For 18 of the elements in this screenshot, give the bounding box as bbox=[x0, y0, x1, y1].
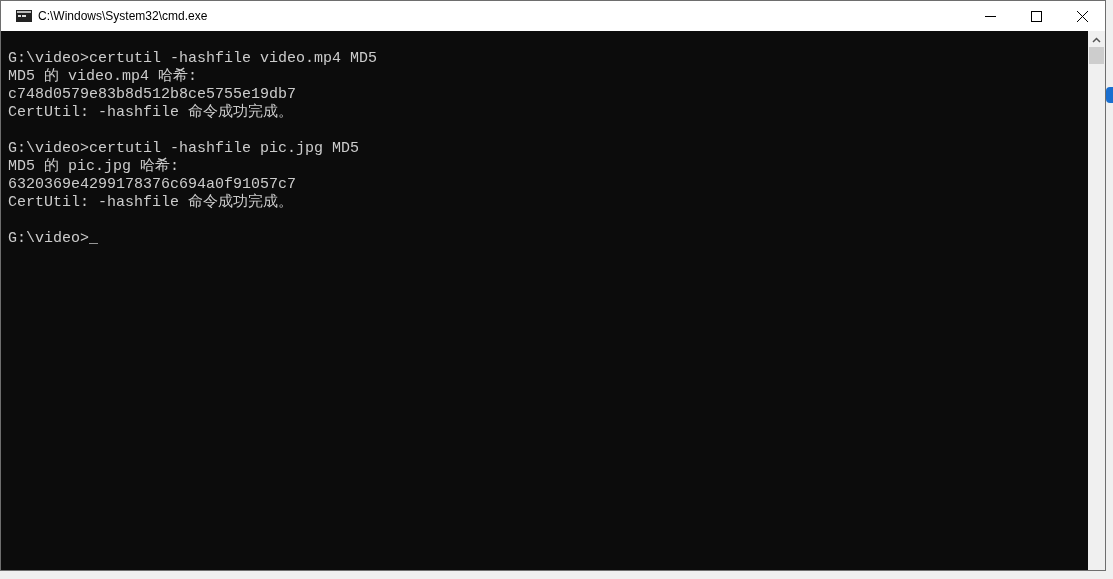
scroll-up-icon[interactable] bbox=[1092, 37, 1101, 43]
minimize-icon bbox=[984, 15, 996, 17]
console-line: CertUtil: -hashfile 命令成功完成。 bbox=[8, 194, 294, 212]
close-icon bbox=[1076, 10, 1088, 22]
console-line: G:\video>certutil -hashfile video.mp4 MD5 bbox=[8, 50, 378, 67]
window-title: C:\Windows\System32\cmd.exe bbox=[38, 8, 208, 25]
text-cursor: _ bbox=[89, 230, 99, 248]
maximize-icon bbox=[1030, 10, 1042, 22]
scrollbar[interactable] bbox=[1088, 31, 1105, 570]
command-prompt: G:\video> bbox=[8, 230, 89, 248]
console-line: MD5 的 pic.jpg 哈希: bbox=[8, 158, 180, 176]
console-line: CertUtil: -hashfile 命令成功完成。 bbox=[8, 104, 294, 122]
console-line: 6320369e4299178376c694a0f91057c7 bbox=[8, 176, 297, 193]
scroll-thumb[interactable] bbox=[1089, 47, 1104, 64]
console-icon bbox=[16, 10, 32, 22]
console-line: MD5 的 video.mp4 哈希: bbox=[8, 68, 198, 86]
console-line: c748d0579e83b8d512b8ce5755e19db7 bbox=[8, 86, 297, 103]
console-line: G:\video>certutil -hashfile pic.jpg MD5 bbox=[8, 140, 360, 157]
